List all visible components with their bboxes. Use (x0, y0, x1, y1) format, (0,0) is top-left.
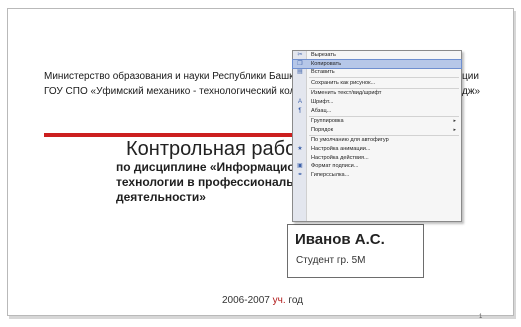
copy-icon: ❐ (297, 60, 303, 67)
menu-item-label: Вырезать (311, 52, 336, 58)
accent-divider (44, 133, 306, 137)
scissors-icon: ✂ (297, 52, 303, 58)
year-word: уч. (272, 295, 286, 306)
ministry-line-1-tail: ции (462, 71, 479, 82)
student-name: Иванов А.С. (295, 231, 385, 248)
ministry-header-right: ции дж» (462, 69, 502, 99)
hyperlink-icon: ⚭ (297, 171, 303, 178)
paste-icon: ▤ (297, 69, 303, 76)
menu-item-label: Изменить текст/вид/шрифт (311, 90, 382, 97)
ministry-header: Министерство образования и науки Республ… (44, 69, 304, 99)
menu-item[interactable]: ❐ Копировать (292, 58, 462, 70)
menu-item-label: Абзац... (311, 107, 332, 114)
menu-item[interactable]: Настройка действия... (293, 154, 461, 163)
ministry-line-2: ГОУ СПО «Уфимский механико - технологиче… (44, 86, 304, 97)
menu-item[interactable]: ▤ Вставить (293, 68, 461, 77)
menu-item-label: Копировать (311, 60, 342, 67)
ministry-line-2-tail: дж» (462, 86, 481, 97)
menu-item-label: По умолчанию для автофигур (311, 137, 389, 144)
subtitle-line-1: по дисциплине «Информационные (116, 160, 306, 174)
menu-item-label: Порядок (311, 126, 334, 133)
paragraph-icon: ¶ (298, 107, 302, 114)
student-textbox[interactable]: Иванов А.С. Студент гр. 5М (287, 224, 424, 278)
year-prefix: 2006-2007 (222, 295, 273, 306)
menu-item-label: Вставить (311, 69, 335, 76)
menu-item[interactable]: Порядок ▸ (293, 126, 461, 135)
slide-number: 1 (479, 314, 483, 320)
menu-item-label: Сохранить как рисунок... (311, 79, 376, 86)
format-icon: ▣ (297, 163, 303, 170)
slide-title[interactable]: Контрольная работа (126, 138, 306, 160)
subtitle-line-2: технологии в профессиональной (116, 175, 306, 189)
menu-item-label: Настройка действия... (311, 154, 369, 161)
menu-item[interactable]: ⚭ Гиперссылка... (293, 171, 461, 180)
animation-icon: ★ (297, 145, 303, 152)
menu-item[interactable]: Сохранить как рисунок... (293, 79, 461, 88)
context-menu: ✂ Вырезать ❐ Копировать ▤ Вставить Сохранить к… (292, 50, 462, 222)
menu-item[interactable]: A Шрифт... (293, 98, 461, 107)
menu-item[interactable]: Группировка ▸ (293, 117, 461, 126)
menu-item[interactable]: Изменить текст/вид/шрифт (293, 89, 461, 98)
menu-item[interactable]: ✂ Вырезать (293, 51, 461, 60)
slide-subtitle[interactable]: по дисциплине «Информационные технологии… (116, 160, 306, 205)
academic-year: 2006-2007 уч. год (222, 295, 303, 306)
submenu-arrow-icon: ▸ (453, 126, 456, 133)
menu-item[interactable]: ▣ Формат подписи... (293, 162, 461, 171)
menu-item-label: Шрифт... (311, 98, 334, 105)
year-suffix: год (285, 295, 303, 306)
font-icon: A (297, 98, 302, 105)
menu-item-label: Гиперссылка... (311, 171, 350, 178)
ministry-line-1: Министерство образования и науки Республ… (44, 71, 304, 82)
menu-item-label: Группировка (311, 118, 344, 125)
subtitle-line-3: деятельности» (116, 190, 206, 204)
student-group: Студент гр. 5М (296, 255, 366, 266)
menu-item[interactable]: ★ Настройка анимации... (293, 145, 461, 154)
menu-item[interactable]: ¶ Абзац... (293, 107, 461, 116)
submenu-arrow-icon: ▸ (453, 118, 456, 125)
menu-item-label: Формат подписи... (311, 163, 359, 170)
menu-item-label: Настройка анимации... (311, 145, 371, 152)
menu-item[interactable]: По умолчанию для автофигур (293, 136, 461, 145)
